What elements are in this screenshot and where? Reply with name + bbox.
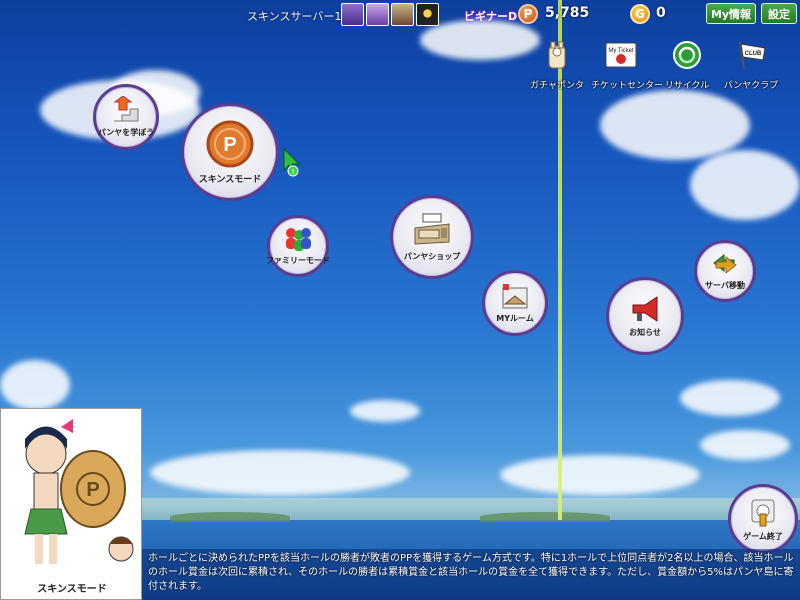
player-avatar-3[interactable] <box>391 3 414 26</box>
stairs-arrow-icon <box>113 96 139 122</box>
ticket-icon: My Ticket <box>605 42 637 68</box>
room-icon <box>502 284 528 309</box>
quick-gacha[interactable]: ガチャポンタ <box>527 40 587 91</box>
menu-label: スキンスモード <box>198 175 262 185</box>
family-people-icon <box>286 228 311 251</box>
megaphone-icon <box>632 296 658 322</box>
server-move-button[interactable]: サーバ移動 <box>694 240 756 302</box>
svg-text:P: P <box>223 134 236 156</box>
pointer-cursor-icon: ! <box>283 148 301 177</box>
gacha-icon <box>548 41 566 69</box>
quick-ticket-center[interactable]: My Ticket チケットセンター <box>591 40 664 91</box>
menu-label: ゲーム終了 <box>743 532 783 541</box>
menu-label: ファミリーモード <box>266 256 330 265</box>
ticket-icon-text: My Ticket <box>608 48 634 54</box>
player-avatar-2[interactable] <box>366 3 389 26</box>
menu-label: お知らせ <box>629 328 661 337</box>
g-point-value: 0 <box>656 5 666 21</box>
menu-label: MYルーム <box>496 314 534 323</box>
mode-description: ホールごとに決められたPPを該当ホールの勝者が敗者のPPを獲得するゲーム方式です… <box>142 549 800 600</box>
top-bar: スキンスサーバー1 ビギナーD P 5,785 G 0 My情報 設定 <box>0 0 800 28</box>
g-point-icon: G <box>630 4 650 24</box>
my-info-button[interactable]: My情報 <box>706 3 756 24</box>
card-title: スキンスモード <box>37 584 107 595</box>
club-flag-text: CLUB <box>745 51 762 57</box>
panya-shop-button[interactable]: パンヤショップ <box>390 195 474 279</box>
server-name: スキンスサーバー1 <box>247 10 342 23</box>
server-arrows-icon <box>713 253 737 275</box>
power-plug-icon <box>751 499 775 527</box>
quick-label: パンヤクラブ <box>723 81 779 91</box>
quick-label: リサイクル <box>664 81 710 91</box>
quick-club[interactable]: CLUB パンヤクラブ <box>721 40 781 91</box>
my-room-button[interactable]: MYルーム <box>482 270 548 336</box>
p-point-icon: P <box>518 4 538 24</box>
svg-text:P: P <box>86 479 99 501</box>
mode-info-card: P スキンスモード <box>0 408 142 600</box>
game-quit-button[interactable]: ゲーム終了 <box>728 484 798 554</box>
club-flag-icon: CLUB <box>739 41 766 70</box>
p-coin-icon: P <box>206 120 254 168</box>
quick-label: チケットセンター <box>591 81 664 91</box>
family-mode-button[interactable]: ファミリーモード <box>266 215 330 277</box>
learn-panya-button[interactable]: パンヤを学ぼう <box>93 84 159 150</box>
settings-button[interactable]: 設定 <box>761 3 797 24</box>
menu-label: パンヤを学ぼう <box>97 128 155 137</box>
cash-register-icon <box>414 213 450 245</box>
skins-mode-button[interactable]: P スキンスモード <box>181 103 279 201</box>
player-avatar-4[interactable] <box>416 3 439 26</box>
rank-label: ビギナーD <box>464 10 518 23</box>
menu-label: サーバ移動 <box>705 281 745 290</box>
notice-button[interactable]: お知らせ <box>606 277 684 355</box>
menu-label: パンヤショップ <box>403 252 461 261</box>
quick-label: ガチャポンタ <box>530 81 584 91</box>
player-avatar-1[interactable] <box>341 3 364 26</box>
recycle-icon <box>673 41 701 69</box>
p-point-value: 5,785 <box>545 5 590 21</box>
quick-recycle[interactable]: リサイクル <box>657 40 717 91</box>
skins-mode-character-illustration: P <box>24 419 134 564</box>
svg-text:!: ! <box>292 169 294 176</box>
